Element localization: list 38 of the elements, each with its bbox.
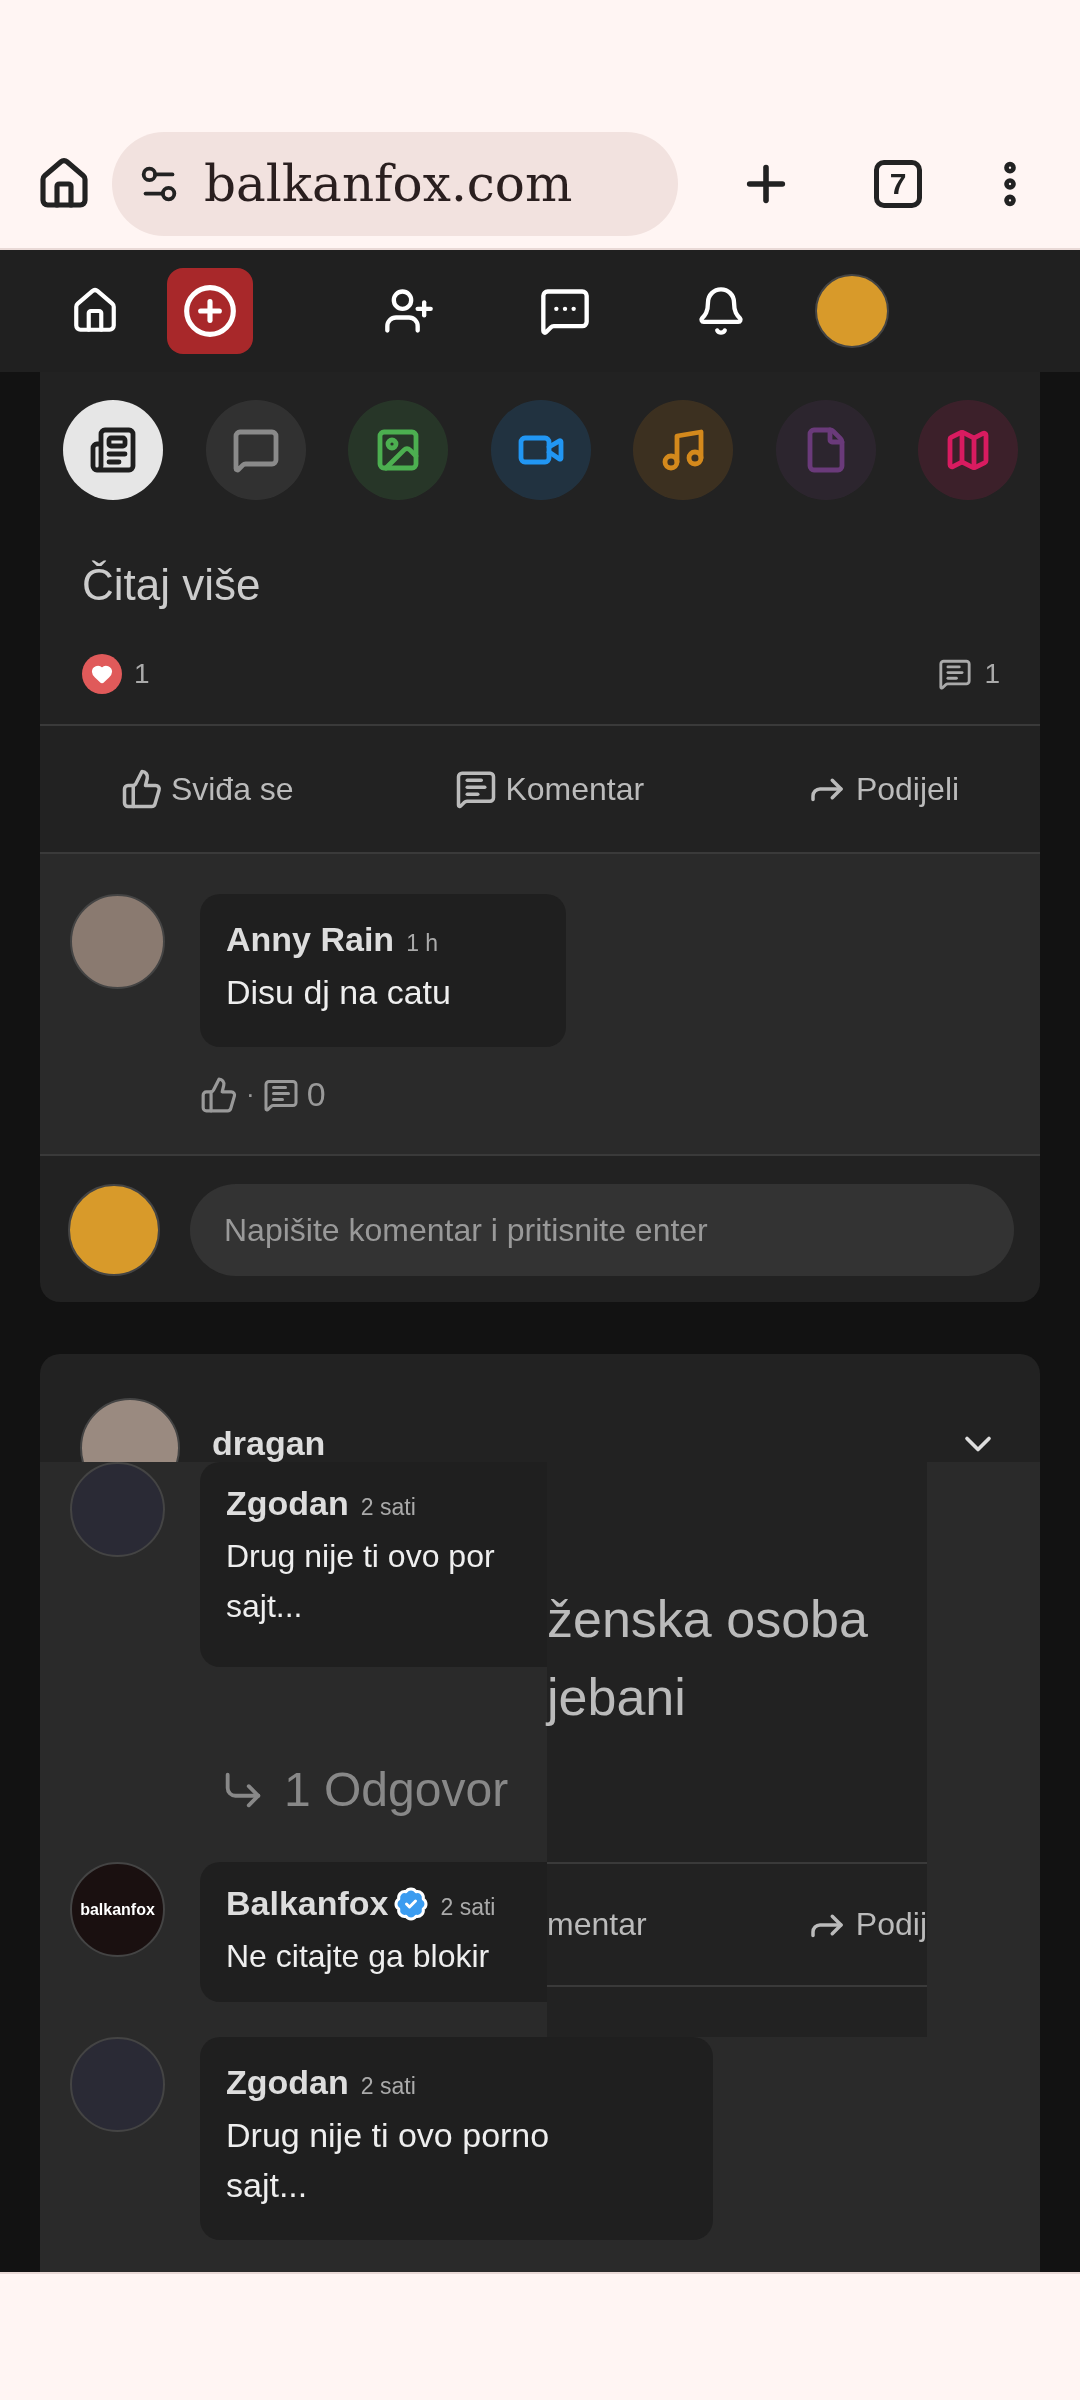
post-author: dragan <box>212 1424 327 1462</box>
separator-dot: · <box>246 1079 255 1110</box>
verified-badge-icon <box>392 1885 429 1922</box>
post-action-button[interactable]: Sviđa se <box>114 767 300 811</box>
avatar-logo-text: balkanfox <box>80 1900 155 1919</box>
thumbs-up-icon <box>120 768 163 810</box>
like-icon[interactable] <box>200 1075 238 1114</box>
comment-author: Zgodan <box>226 1484 349 1523</box>
create-post-button[interactable] <box>167 268 253 354</box>
post-action-button[interactable]: Podijeli <box>799 767 966 811</box>
comment-time: 2 sati <box>440 1894 496 1921</box>
comment-text: Drug nije ti ovo por sajt... <box>226 1537 496 1626</box>
comment-author: Balkanfox <box>226 1884 389 1923</box>
address-bar[interactable]: balkanfox.com <box>112 132 678 236</box>
post-text: ženska osoba <box>547 1589 869 1650</box>
comment-author: Anny Rain <box>226 920 395 959</box>
reply-count: 0 <box>306 1075 326 1114</box>
comment-count: 1 <box>984 658 1000 690</box>
heart-reaction-icon <box>82 654 122 694</box>
post-text: jebani <box>547 1667 687 1728</box>
comment-text: Disu dj na catu <box>226 972 452 1013</box>
comment-time: 2 sati <box>360 1494 416 1521</box>
post-action-button[interactable]: mentar <box>547 1906 647 1943</box>
post-action-button[interactable]: Podij <box>805 1903 927 1946</box>
reaction-count: 1 <box>134 658 150 690</box>
comment-text: Drug nije ti ovo porno sajt... <box>226 2115 551 2206</box>
comment-time: 2 sati <box>360 2073 416 2100</box>
comment-icon <box>938 657 973 691</box>
post-text: Čitaj više <box>82 560 262 610</box>
post-action-button[interactable]: Komentar <box>449 767 651 811</box>
comment-input[interactable]: Napišite komentar i pritisnite enter <box>190 1184 1014 1276</box>
comment-author: Zgodan <box>226 2063 349 2102</box>
replies-link[interactable]: 1 Odgovor <box>220 1762 547 1817</box>
plus-circle-icon <box>182 283 238 339</box>
url-text: balkanfox.com <box>204 155 573 213</box>
tab-count[interactable]: 7 <box>874 160 922 208</box>
comment-time: 1 h <box>406 930 439 957</box>
comment-text: Ne citajte ga blokir <box>226 1937 491 1976</box>
